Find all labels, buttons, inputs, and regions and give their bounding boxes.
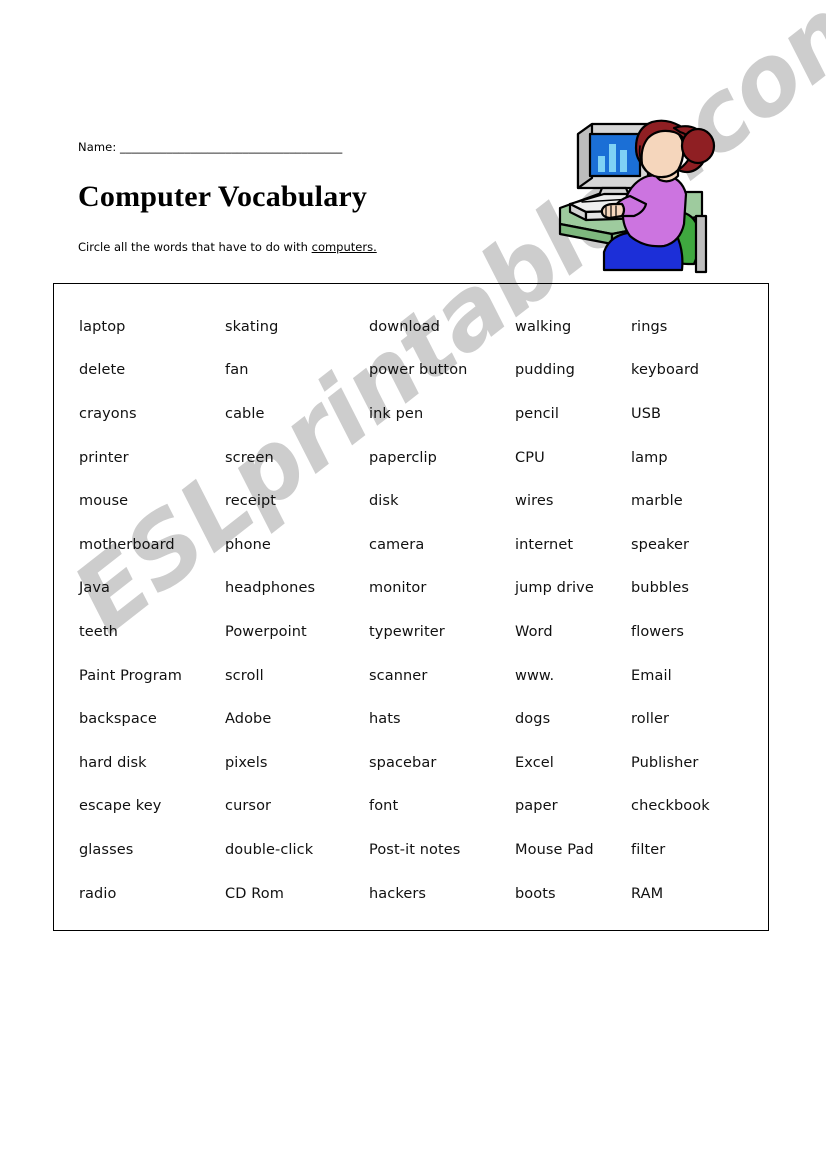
word-item[interactable]: spacebar — [369, 755, 515, 772]
word-item[interactable]: dogs — [515, 711, 631, 728]
word-item[interactable]: bubbles — [631, 580, 758, 597]
word-item[interactable]: internet — [515, 537, 631, 554]
word-item[interactable]: teeth — [79, 624, 225, 641]
instructions-prefix: Circle all the words that have to do wit… — [78, 240, 312, 254]
word-item[interactable]: screen — [225, 450, 369, 467]
word-item[interactable]: RAM — [631, 886, 758, 903]
word-item[interactable]: walking — [515, 319, 631, 336]
word-item[interactable]: wires — [515, 493, 631, 510]
word-item[interactable]: fan — [225, 362, 369, 379]
word-item[interactable]: Excel — [515, 755, 631, 772]
word-item[interactable]: Publisher — [631, 755, 758, 772]
word-item[interactable]: camera — [369, 537, 515, 554]
word-item[interactable]: receipt — [225, 493, 369, 510]
word-item[interactable]: CD Rom — [225, 886, 369, 903]
word-item[interactable]: laptop — [79, 319, 225, 336]
word-grid: laptop skating download walking rings delete f… — [79, 306, 758, 916]
word-item[interactable]: headphones — [225, 580, 369, 597]
word-item[interactable]: boots — [515, 886, 631, 903]
word-item[interactable]: glasses — [79, 842, 225, 859]
word-item[interactable]: scroll — [225, 668, 369, 685]
word-item[interactable]: power button — [369, 362, 515, 379]
word-item[interactable]: flowers — [631, 624, 758, 641]
word-item[interactable]: cable — [225, 406, 369, 423]
word-item[interactable]: USB — [631, 406, 758, 423]
word-item[interactable]: CPU — [515, 450, 631, 467]
word-item[interactable]: pencil — [515, 406, 631, 423]
word-item[interactable]: radio — [79, 886, 225, 903]
word-item[interactable]: Email — [631, 668, 758, 685]
word-item[interactable]: rings — [631, 319, 758, 336]
word-item[interactable]: Post-it notes — [369, 842, 515, 859]
worksheet-page: ESLprintables.com Name: ________________… — [0, 0, 826, 1169]
word-item[interactable]: Mouse Pad — [515, 842, 631, 859]
word-item[interactable]: escape key — [79, 798, 225, 815]
word-item[interactable]: disk — [369, 493, 515, 510]
word-item[interactable]: checkbook — [631, 798, 758, 815]
word-item[interactable]: jump drive — [515, 580, 631, 597]
word-item[interactable]: ink pen — [369, 406, 515, 423]
word-item[interactable]: paperclip — [369, 450, 515, 467]
word-item[interactable]: lamp — [631, 450, 758, 467]
instructions-emphasis: computers. — [311, 240, 377, 254]
word-item[interactable]: hackers — [369, 886, 515, 903]
word-item[interactable]: marble — [631, 493, 758, 510]
word-item[interactable]: Paint Program — [79, 668, 225, 685]
word-item[interactable]: hats — [369, 711, 515, 728]
word-item[interactable]: Powerpoint — [225, 624, 369, 641]
worksheet-header: Name: __________________________________… — [78, 140, 548, 254]
word-item[interactable]: Java — [79, 580, 225, 597]
word-item[interactable]: monitor — [369, 580, 515, 597]
word-list-box: laptop skating download walking rings delete f… — [53, 283, 769, 931]
word-item[interactable]: phone — [225, 537, 369, 554]
word-item[interactable]: double-click — [225, 842, 369, 859]
word-item[interactable]: filter — [631, 842, 758, 859]
word-item[interactable]: download — [369, 319, 515, 336]
word-item[interactable]: paper — [515, 798, 631, 815]
word-item[interactable]: hard disk — [79, 755, 225, 772]
word-item[interactable]: delete — [79, 362, 225, 379]
name-field-line[interactable]: Name: __________________________________… — [78, 140, 548, 154]
instructions-text: Circle all the words that have to do wit… — [78, 240, 548, 254]
word-item[interactable]: cursor — [225, 798, 369, 815]
word-item[interactable]: backspace — [79, 711, 225, 728]
word-item[interactable]: scanner — [369, 668, 515, 685]
word-item[interactable]: www. — [515, 668, 631, 685]
word-item[interactable]: mouse — [79, 493, 225, 510]
word-item[interactable]: speaker — [631, 537, 758, 554]
word-item[interactable]: font — [369, 798, 515, 815]
word-item[interactable]: typewriter — [369, 624, 515, 641]
word-item[interactable]: roller — [631, 711, 758, 728]
word-item[interactable]: crayons — [79, 406, 225, 423]
word-item[interactable]: Word — [515, 624, 631, 641]
word-item[interactable]: motherboard — [79, 537, 225, 554]
word-item[interactable]: Adobe — [225, 711, 369, 728]
word-item[interactable]: printer — [79, 450, 225, 467]
word-item[interactable]: pixels — [225, 755, 369, 772]
word-item[interactable]: keyboard — [631, 362, 758, 379]
page-title: Computer Vocabulary — [78, 180, 368, 213]
woman-at-computer-clipart — [552, 112, 732, 280]
word-item[interactable]: pudding — [515, 362, 631, 379]
word-item[interactable]: skating — [225, 319, 369, 336]
